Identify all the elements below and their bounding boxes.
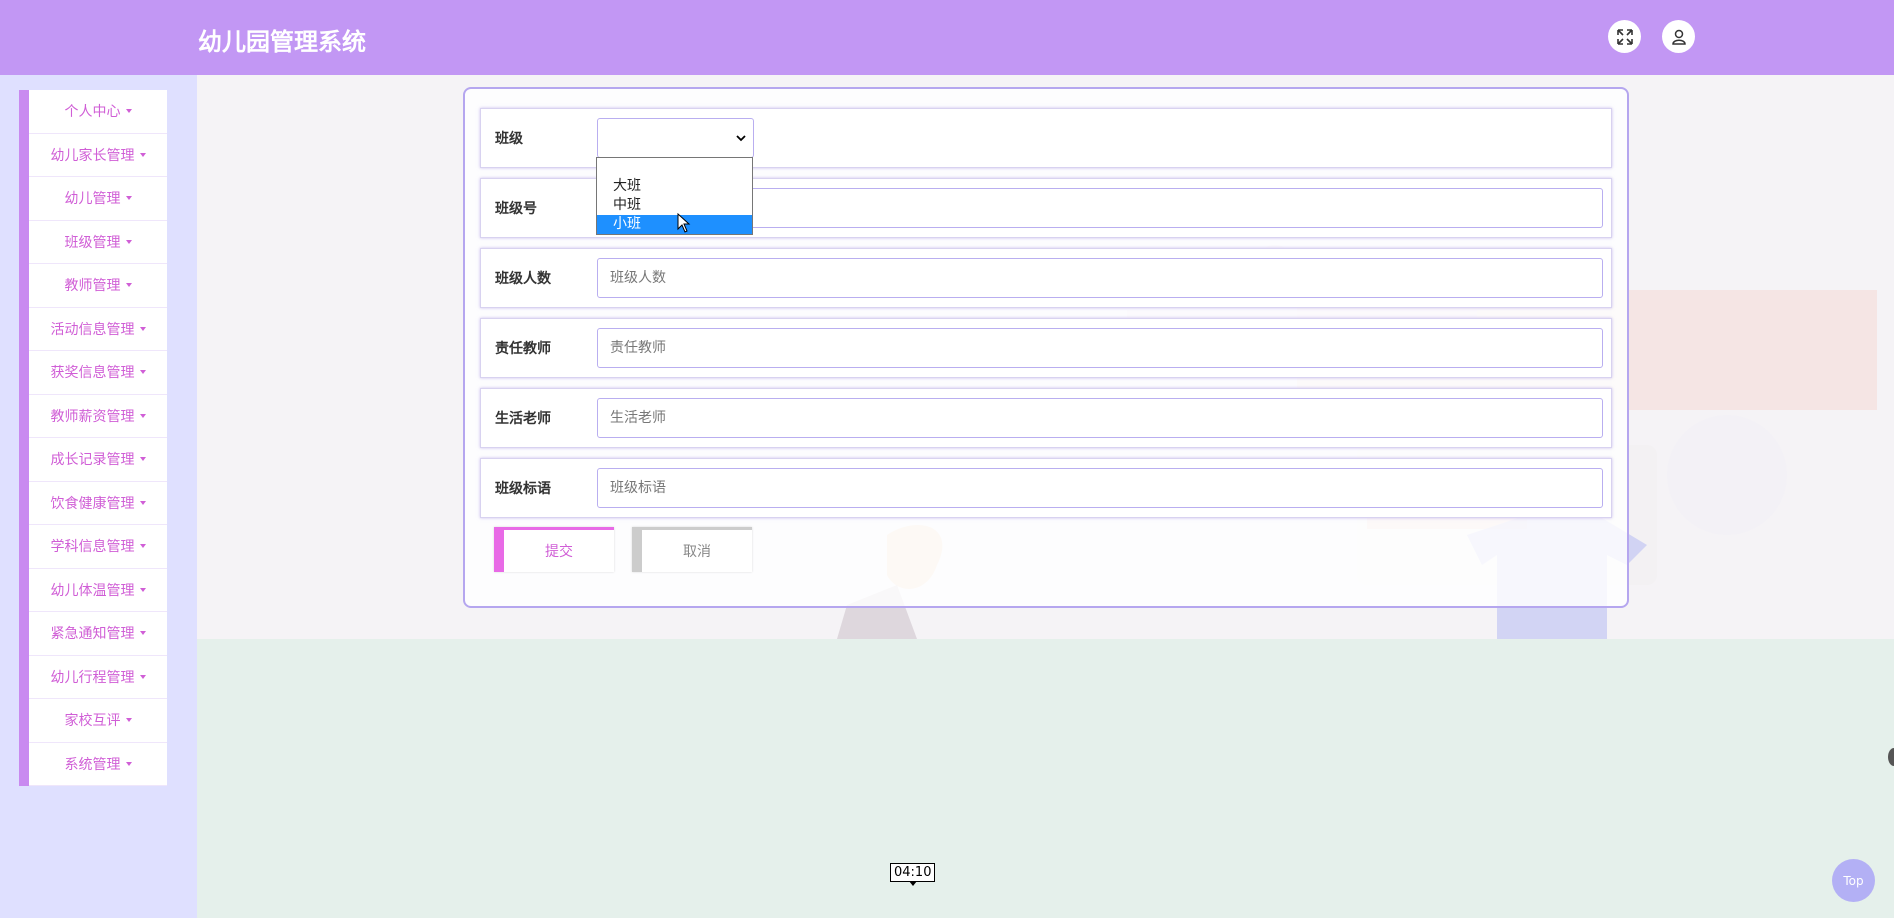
dropdown-option-big-class[interactable]: 大班 <box>597 177 752 196</box>
video-time-tooltip: 04:10 <box>890 863 936 886</box>
edge-scroll-handle[interactable] <box>1888 748 1894 766</box>
sidebar-item-label: 系统管理 <box>64 756 121 773</box>
caret-down-icon <box>139 544 146 549</box>
class-size-label: 班级人数 <box>495 271 551 287</box>
sidebar-item-label: 学科信息管理 <box>50 539 135 556</box>
sidebar-item-label: 教师薪资管理 <box>50 408 135 425</box>
back-to-top-button[interactable]: Top <box>1832 859 1875 902</box>
sidebar-item-teacher-management[interactable]: 教师管理 <box>29 264 167 308</box>
mouse-cursor-icon <box>677 213 691 233</box>
sidebar-item-label: 班级管理 <box>64 234 121 251</box>
dropdown-option-middle-class[interactable]: 中班 <box>597 196 752 215</box>
content-bottom-area <box>197 639 1894 918</box>
sidebar-item-label: 饮食健康管理 <box>50 495 135 512</box>
sidebar-item-label: 获奖信息管理 <box>50 365 135 382</box>
user-icon <box>1671 29 1686 45</box>
caret-down-icon <box>125 109 132 114</box>
life-teacher-row: 生活老师 <box>480 388 1612 448</box>
caret-down-icon <box>125 718 132 723</box>
sidebar-item-label: 幼儿行程管理 <box>50 669 135 686</box>
class-level-select[interactable] <box>597 118 754 158</box>
user-button[interactable] <box>1662 20 1695 53</box>
sidebar-item-class-management[interactable]: 班级管理 <box>29 221 167 264</box>
class-level-label: 班级 <box>495 131 523 147</box>
sidebar-item-diet-health[interactable]: 饮食健康管理 <box>29 482 167 525</box>
caret-down-icon <box>139 457 146 462</box>
head-teacher-row: 责任教师 <box>480 318 1612 378</box>
dropdown-option-small-class[interactable]: 小班 <box>597 215 752 234</box>
sidebar-item-label: 幼儿管理 <box>64 191 121 208</box>
fullscreen-button[interactable] <box>1608 20 1641 53</box>
sidebar-item-label: 教师管理 <box>64 278 121 295</box>
sidebar-item-subject-management[interactable]: 学科信息管理 <box>29 525 167 569</box>
sidebar-item-itinerary[interactable]: 幼儿行程管理 <box>29 656 167 699</box>
top-header: 幼儿园管理系统 <box>0 0 1894 75</box>
head-teacher-label: 责任教师 <box>495 341 551 357</box>
caret-down-icon <box>139 413 146 418</box>
sidebar-item-label: 幼儿家长管理 <box>50 147 135 164</box>
sidebar-item-growth-records[interactable]: 成长记录管理 <box>29 438 167 482</box>
caret-down-icon <box>125 283 132 288</box>
class-slogan-input[interactable] <box>597 468 1603 508</box>
sidebar-item-system-management[interactable]: 系统管理 <box>29 743 167 786</box>
sidebar-item-activity-management[interactable]: 活动信息管理 <box>29 308 167 351</box>
life-teacher-input[interactable] <box>597 398 1603 438</box>
sidebar-item-label: 幼儿体温管理 <box>50 582 135 599</box>
caret-down-icon <box>139 152 146 157</box>
sidebar-item-personal-center[interactable]: 个人中心 <box>29 90 167 134</box>
sidebar-item-emergency-notice[interactable]: 紧急通知管理 <box>29 612 167 656</box>
sidebar-item-label: 家校互评 <box>64 713 121 730</box>
sidebar-item-label: 成长记录管理 <box>50 452 135 469</box>
caret-down-icon <box>139 674 146 679</box>
class-size-input[interactable] <box>597 258 1603 298</box>
head-teacher-input[interactable] <box>597 328 1603 368</box>
sidebar-menu: 个人中心 幼儿家长管理 幼儿管理 班级管理 教师管理 活动信息管理 获奖信息管理… <box>19 90 167 786</box>
caret-down-icon <box>139 326 146 331</box>
sidebar-item-label: 个人中心 <box>64 104 121 121</box>
caret-down-icon <box>139 631 146 636</box>
class-no-label: 班级号 <box>495 201 537 217</box>
class-size-row: 班级人数 <box>480 248 1612 308</box>
caret-down-icon <box>139 500 146 505</box>
class-slogan-row: 班级标语 <box>480 458 1612 518</box>
submit-button[interactable]: 提交 <box>494 527 614 572</box>
sidebar-item-parent-management[interactable]: 幼儿家长管理 <box>29 134 167 177</box>
class-level-dropdown: 大班 中班 小班 <box>596 157 753 235</box>
sidebar-item-label: 活动信息管理 <box>50 321 135 338</box>
caret-down-icon <box>139 587 146 592</box>
caret-down-icon <box>125 239 132 244</box>
chevron-down-icon <box>736 135 746 142</box>
caret-down-icon <box>125 761 132 766</box>
class-slogan-label: 班级标语 <box>495 481 551 497</box>
sidebar-item-label: 紧急通知管理 <box>50 626 135 643</box>
sidebar-item-salary-management[interactable]: 教师薪资管理 <box>29 395 167 438</box>
sidebar-item-award-management[interactable]: 获奖信息管理 <box>29 351 167 395</box>
fullscreen-icon <box>1616 28 1633 45</box>
sidebar-item-child-management[interactable]: 幼儿管理 <box>29 177 167 221</box>
sidebar-item-home-school-review[interactable]: 家校互评 <box>29 699 167 743</box>
app-title: 幼儿园管理系统 <box>198 28 366 56</box>
caret-down-icon <box>139 370 146 375</box>
caret-down-icon <box>125 196 132 201</box>
cancel-button[interactable]: 取消 <box>632 527 752 572</box>
sidebar-item-temperature[interactable]: 幼儿体温管理 <box>29 569 167 612</box>
life-teacher-label: 生活老师 <box>495 411 551 427</box>
dropdown-option-empty[interactable] <box>597 159 752 178</box>
